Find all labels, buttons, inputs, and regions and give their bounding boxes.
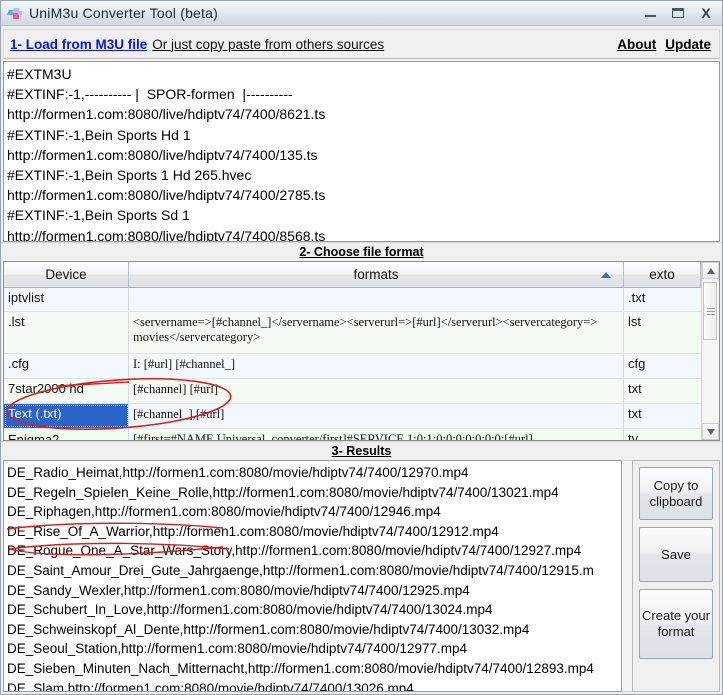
m3u-line: #EXTM3U bbox=[7, 66, 72, 82]
toolbar-links: About Update bbox=[617, 37, 711, 52]
cell-device[interactable]: .cfg bbox=[4, 354, 129, 378]
result-line: DE_Seoul_Station,http://formen1.com:8080… bbox=[7, 641, 468, 657]
table-body: iptvlist .txt .lst <servername=>[#channel_]… bbox=[4, 288, 701, 440]
result-line: DE_Sieben_Minuten_Nach_Mitternacht,http:… bbox=[7, 660, 594, 676]
result-line: DE_Riphagen,http://formen1.com:8080/movi… bbox=[7, 504, 441, 520]
cell-formats[interactable] bbox=[129, 288, 624, 311]
results-scrollbar[interactable] bbox=[622, 460, 632, 692]
table-header-row: Device formats exto bbox=[4, 262, 701, 288]
minimize-button[interactable] bbox=[636, 2, 664, 24]
format-table[interactable]: Device formats exto iptvlist .txt .lst <ser… bbox=[3, 261, 720, 441]
table-row[interactable]: Text (.txt) [#channel_],[#url] txt bbox=[4, 404, 701, 429]
cell-device[interactable]: Enigma2 bouquets bbox=[4, 429, 129, 440]
table-row[interactable]: .lst <servername=>[#channel_]</servername… bbox=[4, 312, 701, 354]
copy-to-clipboard-button[interactable]: Copy to clipboard bbox=[639, 467, 713, 520]
results-heading: 3- Results bbox=[1, 441, 722, 460]
result-line: DE_Rogue_One_A_Star_Wars_Story,http://fo… bbox=[7, 543, 582, 559]
scrollbar-thumb[interactable] bbox=[703, 282, 717, 340]
m3u-line: #EXTINF:-1,Bein Sports Hd 1 bbox=[7, 126, 191, 143]
scroll-down-arrow-icon[interactable] bbox=[702, 423, 719, 440]
m3u-line: http://formen1.com:8080/live/hdiptv74/74… bbox=[7, 106, 326, 123]
m3u-line: http://formen1.com:8080/live/hdiptv74/74… bbox=[7, 187, 326, 204]
result-line: DE_Schweinskopf_Al_Dente,http://formen1.… bbox=[7, 621, 530, 637]
app-logo-icon bbox=[7, 5, 23, 21]
column-header-exto[interactable]: exto bbox=[624, 262, 701, 288]
m3u-line: #EXTINF:-1,Bein Sports Sd 1 bbox=[7, 207, 190, 224]
cell-device[interactable]: Text (.txt) bbox=[4, 404, 129, 428]
action-button-panel: Copy to clipboard Save Create your forma… bbox=[632, 460, 720, 692]
m3u-line: #EXTINF:-1,---------- | SPOR-formen |---… bbox=[7, 86, 293, 103]
results-textarea[interactable]: DE_Radio_Heimat,http://formen1.com:8080/… bbox=[3, 460, 622, 692]
save-button[interactable]: Save bbox=[639, 527, 713, 582]
toolbar: 1- Load from M3U file Or just copy paste… bbox=[3, 29, 720, 59]
scroll-up-arrow-icon[interactable] bbox=[702, 262, 719, 279]
cell-device[interactable]: 7star2000 hd bbox=[4, 379, 129, 403]
sort-ascending-icon bbox=[601, 271, 611, 278]
result-line: DE_Rise_Of_A_Warrior,http://formen1.com:… bbox=[7, 523, 499, 539]
table-row[interactable]: iptvlist .txt bbox=[4, 288, 701, 312]
application-window: UniM3u Converter Tool (beta) X 1- Load f… bbox=[0, 0, 723, 695]
update-link[interactable]: Update bbox=[665, 37, 711, 52]
cell-exto[interactable]: .txt bbox=[624, 288, 701, 311]
create-your-format-button[interactable]: Create your format bbox=[639, 589, 713, 659]
choose-format-heading: 2- Choose file format bbox=[1, 242, 722, 261]
result-line: DE_Sandy_Wexler,http://formen1.com:8080/… bbox=[7, 582, 470, 598]
result-line: DE_Regeln_Spielen_Keine_Rolle,http://for… bbox=[7, 484, 559, 500]
cell-formats[interactable]: [#first=#NAME Universal_converter/first]… bbox=[129, 429, 624, 440]
window-title: UniM3u Converter Tool (beta) bbox=[29, 5, 218, 21]
cell-device[interactable]: iptvlist bbox=[4, 288, 129, 311]
result-line: DE_Slam,http://formen1.com:8080/movie/hd… bbox=[7, 680, 414, 692]
cell-formats[interactable]: I: [#url] [#channel_] bbox=[129, 354, 624, 378]
cell-exto[interactable]: txt bbox=[624, 404, 701, 428]
close-button[interactable]: X bbox=[692, 2, 720, 24]
load-from-m3u-link[interactable]: 1- Load from M3U file bbox=[10, 37, 147, 52]
table-row[interactable]: 7star2000 hd [#channel] [#url] txt bbox=[4, 379, 701, 404]
format-table-scrollbar[interactable] bbox=[701, 262, 719, 440]
m3u-line: http://formen1.com:8080/live/hdiptv74/74… bbox=[7, 227, 326, 242]
column-header-formats-label: formats bbox=[353, 267, 399, 282]
column-header-formats[interactable]: formats bbox=[129, 262, 624, 288]
m3u-line: #EXTINF:-1,Bein Sports 1 Hd 265.hvec bbox=[7, 167, 252, 184]
title-bar: UniM3u Converter Tool (beta) X bbox=[1, 1, 722, 26]
cell-exto[interactable]: tv bbox=[624, 429, 701, 440]
m3u-line: http://formen1.com:8080/live/hdiptv74/74… bbox=[7, 146, 318, 163]
column-header-device[interactable]: Device bbox=[4, 262, 129, 288]
about-link[interactable]: About bbox=[617, 37, 656, 52]
table-row[interactable]: Enigma2 bouquets[#first=#NAME Universal_… bbox=[4, 429, 701, 440]
cell-exto[interactable]: lst bbox=[624, 312, 701, 353]
results-section: DE_Radio_Heimat,http://formen1.com:8080/… bbox=[3, 460, 720, 692]
table-row[interactable]: .cfg I: [#url] [#channel_] cfg bbox=[4, 354, 701, 379]
result-line: DE_Schubert_In_Love,http://formen1.com:8… bbox=[7, 602, 493, 618]
cell-device[interactable]: .lst bbox=[4, 312, 129, 353]
cell-formats[interactable]: [#channel_],[#url] bbox=[129, 404, 624, 428]
window-controls: X bbox=[636, 2, 720, 24]
scrollbar-track[interactable] bbox=[702, 279, 719, 423]
result-line: DE_Saint_Amour_Drei_Gute_Jahrgaenge,http… bbox=[7, 562, 594, 578]
cell-exto[interactable]: cfg bbox=[624, 354, 701, 378]
cell-exto[interactable]: txt bbox=[624, 379, 701, 403]
result-line: DE_Radio_Heimat,http://formen1.com:8080/… bbox=[7, 465, 469, 480]
m3u-source-textarea[interactable]: #EXTM3U #EXTINF:-1,---------- | SPOR-form… bbox=[3, 61, 720, 242]
paste-hint-label: Or just copy paste from others sources bbox=[152, 36, 385, 52]
cell-formats[interactable]: [#channel] [#url] bbox=[129, 379, 624, 403]
maximize-button[interactable] bbox=[664, 2, 692, 24]
cell-formats[interactable]: <servername=>[#channel_]</servername><se… bbox=[129, 312, 624, 353]
